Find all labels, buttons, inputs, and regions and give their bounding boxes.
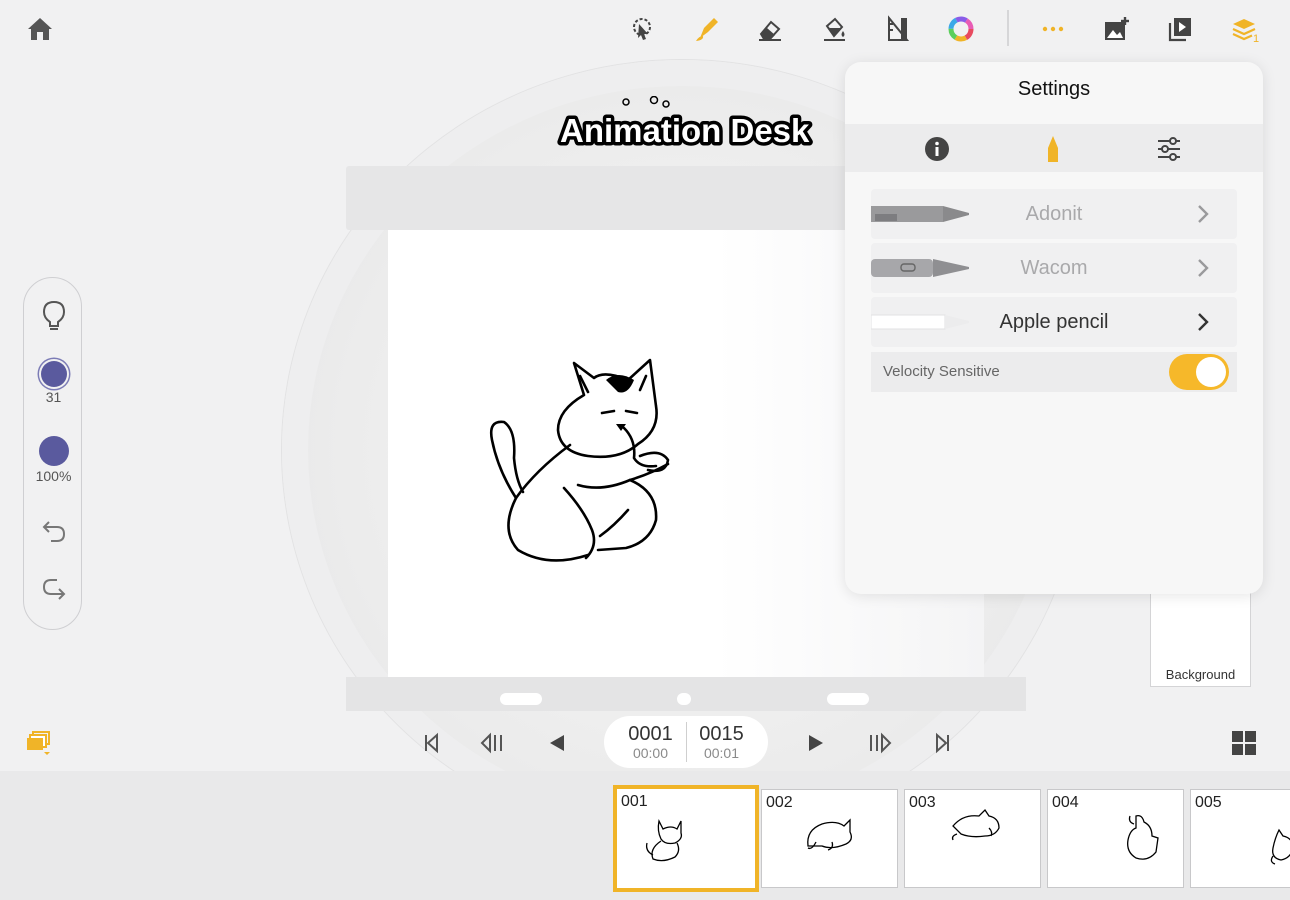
stage-pill-center [677,693,691,705]
layers-icon[interactable]: 1 [1228,12,1262,46]
opacity-control[interactable]: 100% [24,436,83,484]
stage-pill-right [827,693,869,705]
frame-number: 001 [621,793,648,810]
tab-preferences[interactable] [1152,132,1186,166]
svg-text:Animation Desk: Animation Desk [560,112,810,149]
toolbar-divider [1007,10,1009,46]
chevron-right-icon [1198,313,1209,331]
tip-button[interactable] [24,298,83,332]
total-time: 00:01 [703,745,740,761]
previous-keyframe-button[interactable] [478,728,508,758]
stage-bottom-bar [346,677,1026,711]
pen-name: Wacom [1020,257,1088,279]
lightbulb-icon [42,300,65,330]
more-icon[interactable] [1036,12,1070,46]
settings-title: Settings [1017,78,1091,100]
play-icon [809,735,823,751]
frame-counter: 0001 00:00 0015 00:01 [604,716,768,768]
pen-name: Apple pencil [999,311,1109,333]
undo-icon [42,521,65,542]
chevron-right-icon [1198,259,1209,277]
total-frames: 0015 [699,723,744,745]
undo-button[interactable] [24,516,83,546]
sliders-icon [1158,137,1180,161]
current-time: 00:00 [632,745,669,761]
velocity-toggle[interactable] [1169,354,1229,390]
settings-tabs [845,124,1263,172]
previous-frame-button[interactable] [542,728,572,758]
color-wheel-icon[interactable] [944,12,978,46]
brush-size-swatch [40,361,67,387]
frame-thumbnail-003[interactable]: 003 [904,789,1041,888]
step-forward-icon [870,732,892,754]
background-label: Background [1165,667,1236,682]
grid-icon [1232,731,1256,755]
add-image-icon[interactable] [1099,12,1133,46]
playback-bar: 0001 00:00 0015 00:01 [0,712,1290,770]
skip-end-icon [936,732,949,754]
current-frame: 0001 [628,723,673,745]
timeline: 001 002 003 004 005 [0,771,1290,900]
app-logo: Animation Desk Animation Desk [556,95,818,156]
tab-stylus[interactable] [1036,132,1070,166]
frame-thumbnail-001[interactable]: 001 [613,785,759,892]
frame-thumbnail-002[interactable]: 002 [761,789,898,888]
velocity-label: Velocity Sensitive [883,363,1000,380]
eraser-icon[interactable] [753,12,787,46]
tab-info[interactable] [920,132,954,166]
info-icon [925,137,949,161]
settings-popover: Settings Adonit Wacom Apple pencil Veloc… [845,62,1263,594]
chevron-right-icon [1198,205,1209,223]
frame-number: 004 [1052,794,1079,811]
skip-start-icon [425,732,438,754]
brush-size-control[interactable]: 31 [24,361,83,405]
frame-number: 002 [766,794,793,811]
velocity-setting-row: Velocity Sensitive [871,352,1237,392]
prev-icon [550,735,564,751]
step-back-icon [480,732,502,754]
top-toolbar: 1 [0,0,1290,58]
pen-row-wacom[interactable]: Wacom [871,243,1237,293]
next-keyframe-button[interactable] [865,728,895,758]
lasso-icon[interactable] [625,12,659,46]
play-preview-icon[interactable] [1163,12,1197,46]
pen-name: Adonit [1025,203,1083,225]
frame-thumbnail-004[interactable]: 004 [1047,789,1184,888]
frames-menu-button[interactable] [24,728,54,758]
play-button[interactable] [801,728,831,758]
stage-pill-left [500,693,542,705]
fill-bucket-icon[interactable] [817,12,851,46]
pen-row-apple-pencil[interactable]: Apple pencil [871,297,1237,347]
brush-icon[interactable] [690,12,724,46]
brush-size-value: 31 [45,389,62,405]
home-icon[interactable] [23,12,57,46]
pen-icon [1048,136,1058,162]
frame-number: 005 [1195,794,1222,811]
last-frame-button[interactable] [928,728,958,758]
brush-panel: 31 100% [23,277,82,630]
layers-badge: 1 [1253,33,1259,44]
grid-view-button[interactable] [1229,728,1259,758]
first-frame-button[interactable] [416,728,446,758]
stack-frames-icon [27,731,50,755]
frame-thumbnail-005[interactable]: 005 [1190,789,1290,888]
ruler-icon[interactable] [881,12,915,46]
frame-number: 003 [909,794,936,811]
pen-row-adonit[interactable]: Adonit [871,189,1237,239]
redo-button[interactable] [24,575,83,605]
opacity-value: 100% [35,468,72,484]
redo-icon [42,579,65,600]
opacity-swatch [38,436,69,466]
